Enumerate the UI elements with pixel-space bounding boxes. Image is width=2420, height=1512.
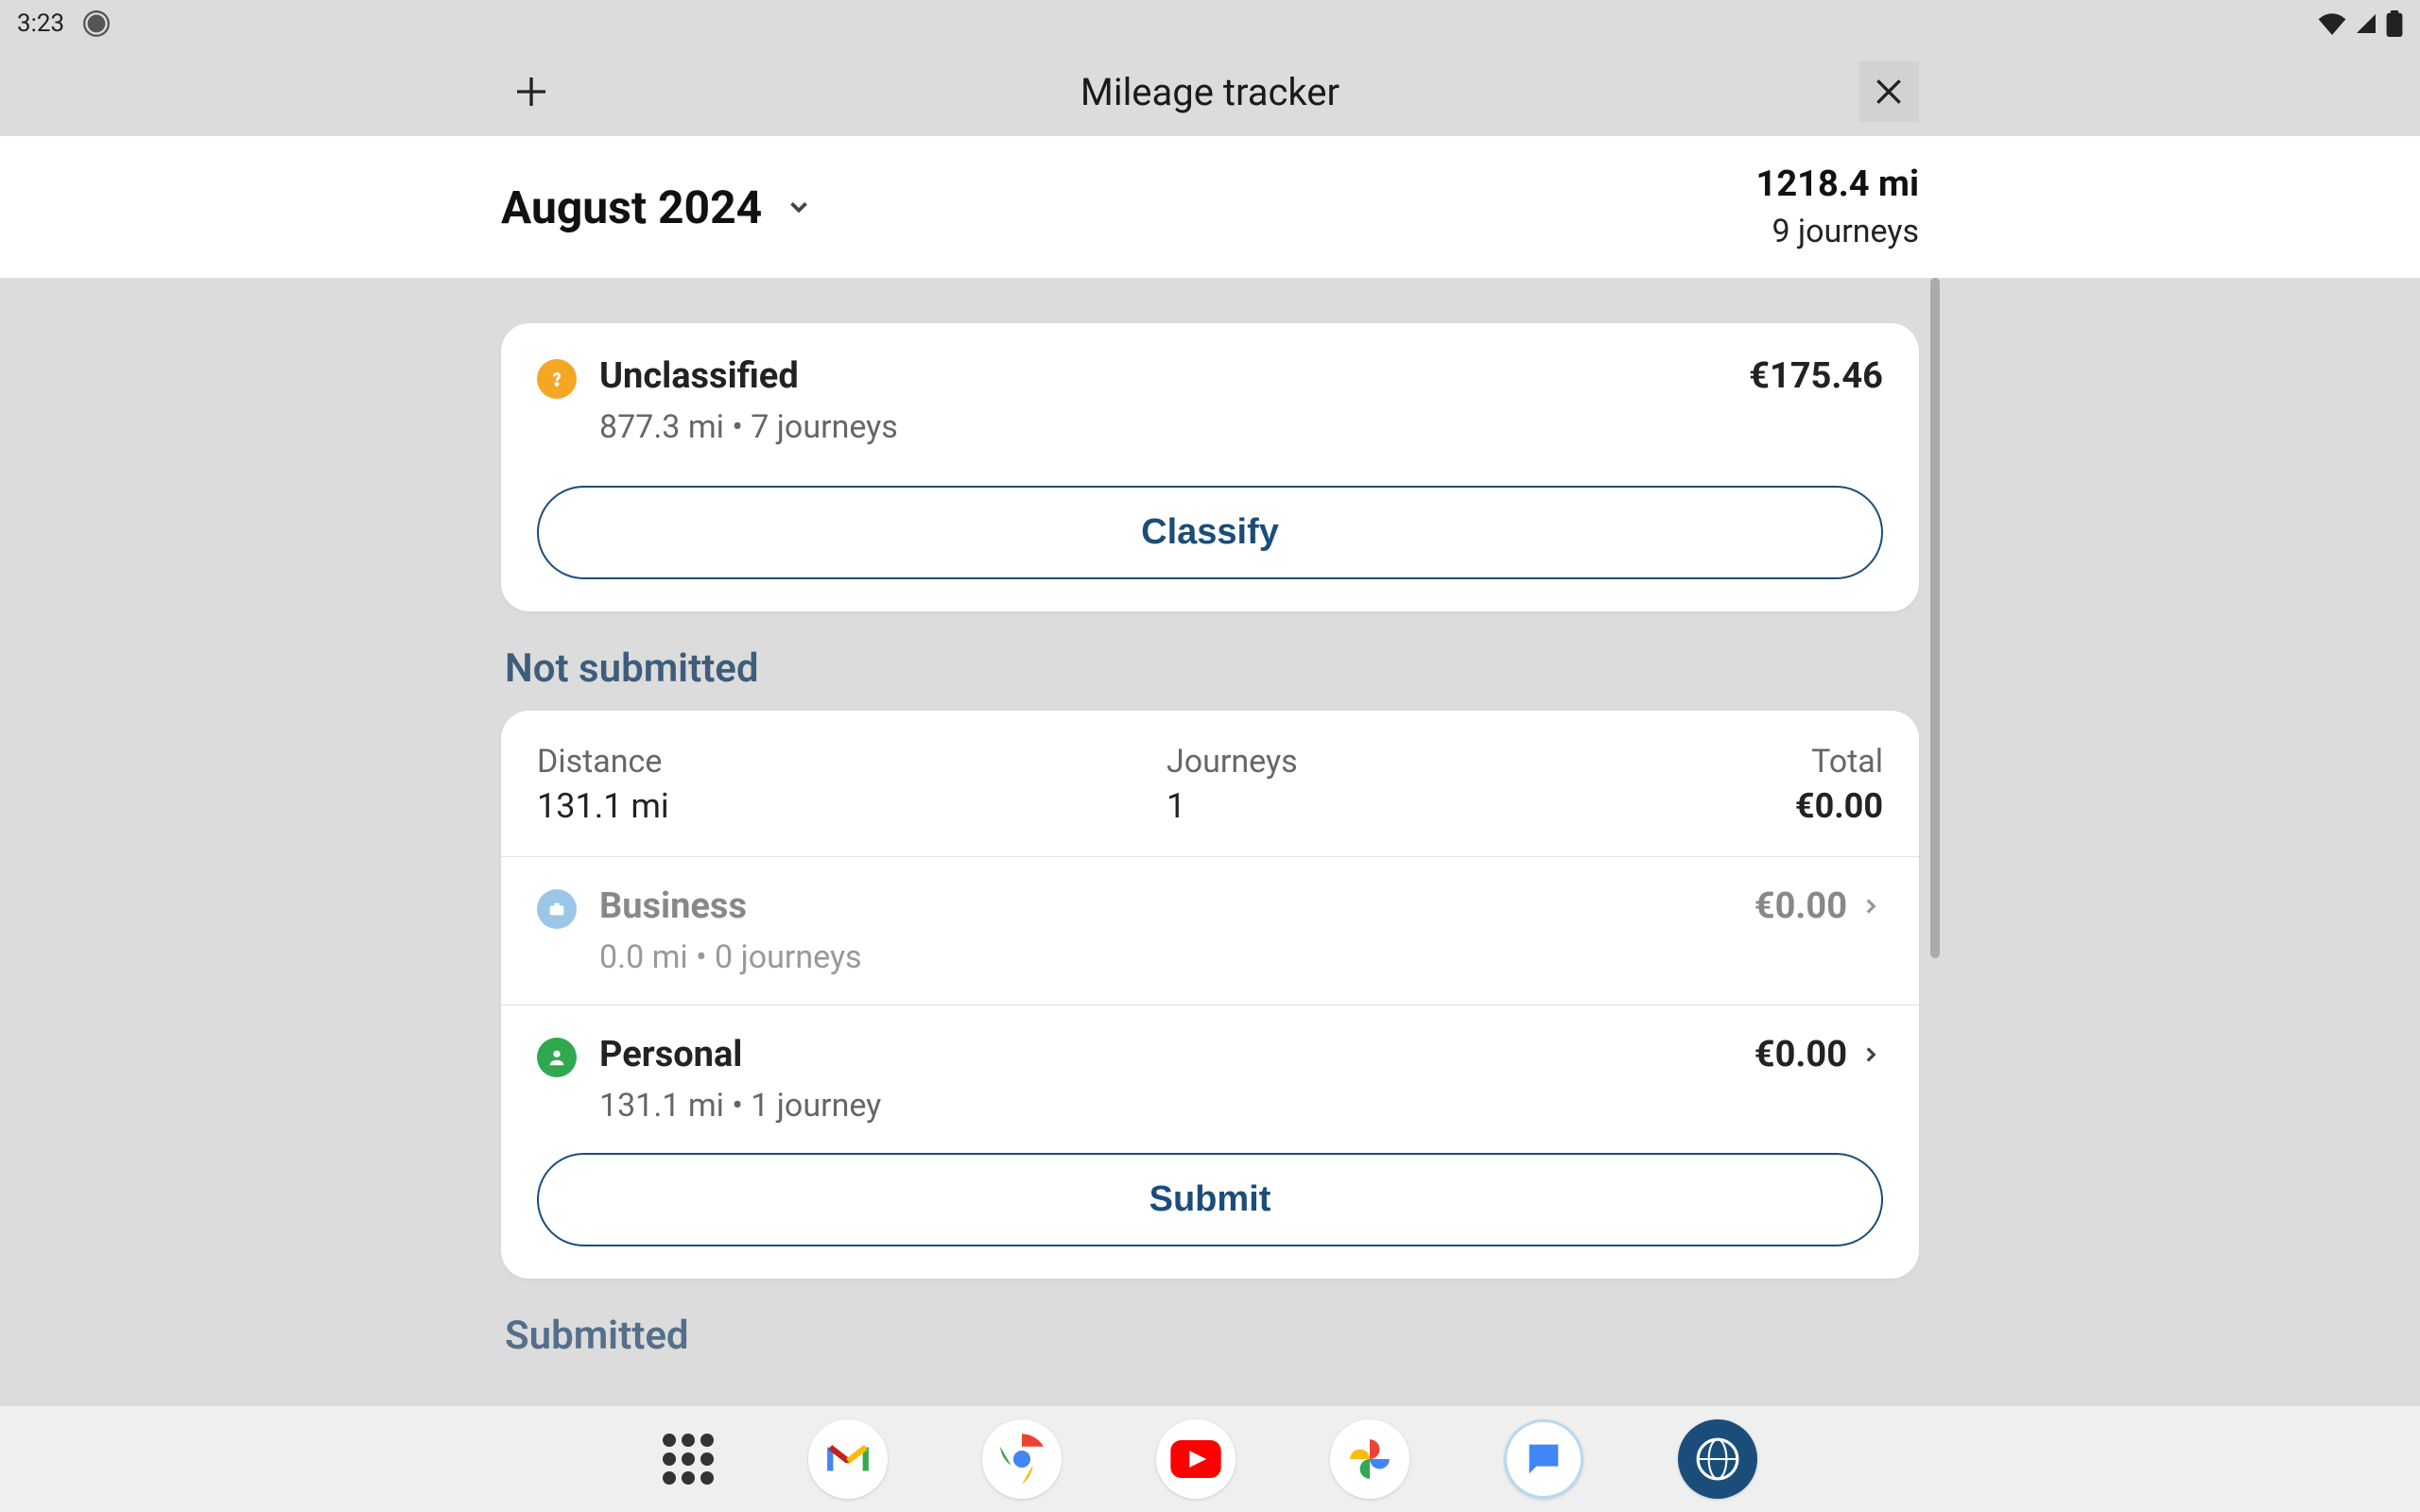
android-dock (0, 1406, 2420, 1512)
chevron-right-icon (1858, 1042, 1883, 1067)
personal-title: Personal (599, 1034, 881, 1075)
status-app-icon (83, 10, 110, 37)
unclassified-card: Unclassified 877.3 mi • 7 journeys €175.… (501, 323, 1919, 611)
signal-icon (2354, 12, 2378, 35)
month-selector[interactable]: August 2024 (501, 180, 813, 234)
app-drawer-icon[interactable] (663, 1434, 714, 1485)
personal-row[interactable]: Personal 131.1 mi • 1 journey €0.00 (537, 1034, 1883, 1125)
app-title: Mileage tracker (1080, 70, 1340, 114)
gmail-icon[interactable] (808, 1419, 888, 1499)
divider (501, 856, 1919, 857)
scrollbar[interactable] (1930, 278, 1940, 958)
briefcase-icon (537, 889, 577, 929)
unclassified-amount: €175.46 (1749, 355, 1883, 397)
chevron-down-icon (785, 193, 813, 221)
not-submitted-card: Distance 131.1 mi Journeys 1 Total €0.00 (501, 711, 1919, 1279)
business-row[interactable]: Business 0.0 mi • 0 journeys €0.00 (537, 885, 1883, 976)
month-label: August 2024 (501, 180, 762, 234)
summary-header: August 2024 1218.4 mi 9 journeys (0, 136, 2420, 278)
battery-icon (2386, 10, 2403, 37)
android-status-bar: 3:23 (0, 0, 2420, 47)
not-submitted-heading: Not submitted (505, 645, 1919, 692)
unclassified-subtitle: 877.3 mi • 7 journeys (599, 408, 898, 446)
youtube-icon[interactable] (1156, 1419, 1236, 1499)
messages-icon[interactable] (1504, 1419, 1583, 1499)
distance-label: Distance (537, 743, 669, 781)
total-value: €0.00 (1795, 786, 1883, 826)
business-subtitle: 0.0 mi • 0 journeys (599, 938, 862, 976)
chevron-right-icon (1858, 894, 1883, 919)
personal-subtitle: 131.1 mi • 1 journey (599, 1087, 881, 1125)
photos-icon[interactable] (1330, 1419, 1409, 1499)
scroll-area[interactable]: Unclassified 877.3 mi • 7 journeys €175.… (0, 278, 2420, 1406)
person-icon (537, 1038, 577, 1077)
app-icon[interactable] (1678, 1419, 1757, 1499)
submitted-heading: Submitted (505, 1313, 1919, 1359)
journeys-value: 1 (1167, 786, 1298, 826)
total-label: Total (1795, 743, 1883, 781)
close-button[interactable] (1858, 61, 1919, 122)
personal-amount: €0.00 (1754, 1034, 1847, 1075)
business-amount: €0.00 (1754, 885, 1847, 927)
summary-miles: 1218.4 mi (1756, 163, 1919, 205)
status-time: 3:23 (17, 9, 64, 38)
chrome-icon[interactable] (982, 1419, 1062, 1499)
add-button[interactable] (501, 61, 562, 122)
wifi-icon (2318, 12, 2346, 35)
app-bar: Mileage tracker (0, 47, 2420, 136)
classify-button[interactable]: Classify (537, 486, 1883, 579)
question-icon (537, 359, 577, 399)
journeys-label: Journeys (1167, 743, 1298, 781)
summary-journeys: 9 journeys (1756, 213, 1919, 250)
unclassified-title: Unclassified (599, 355, 898, 397)
business-title: Business (599, 885, 862, 927)
submit-button[interactable]: Submit (537, 1153, 1883, 1246)
distance-value: 131.1 mi (537, 786, 669, 826)
